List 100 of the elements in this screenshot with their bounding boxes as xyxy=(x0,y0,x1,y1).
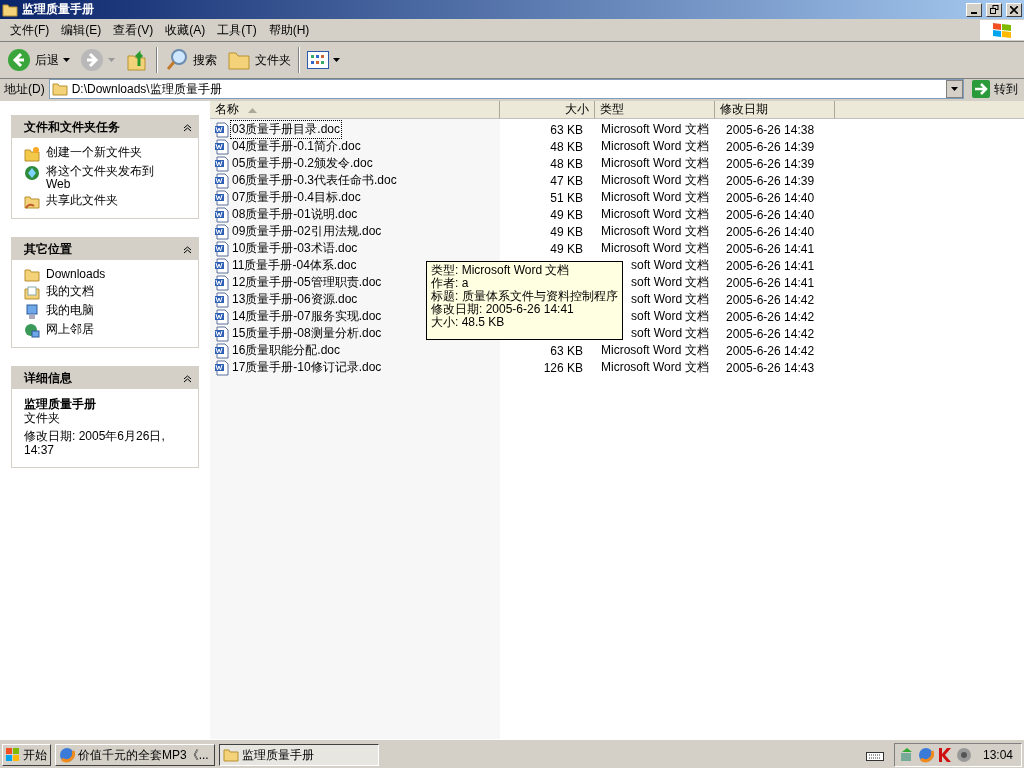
file-name[interactable]: 10质量手册-03术语.doc xyxy=(231,240,359,257)
file-date: 2005-6-26 14:41 xyxy=(725,258,816,273)
collapse-icon[interactable] xyxy=(183,122,192,132)
menu-item[interactable]: 编辑(E) xyxy=(55,21,108,39)
file-name[interactable]: 04质量手册-0.1简介.doc xyxy=(231,138,362,155)
start-button[interactable]: 开始 xyxy=(2,744,51,766)
caret-icon xyxy=(951,87,958,91)
address-field[interactable]: D:\Downloads\监理质量手册 xyxy=(48,79,964,99)
globe-icon xyxy=(24,165,40,181)
menu-item[interactable]: 收藏(A) xyxy=(159,21,212,39)
panel-title: 文件和文件夹任务 xyxy=(24,118,120,136)
file-date: 2005-6-26 14:42 xyxy=(725,343,816,358)
column-header[interactable]: 类型 xyxy=(595,101,715,118)
file-size: 49 KB xyxy=(549,224,584,239)
search-button[interactable]: 搜索 xyxy=(162,46,220,74)
search-icon xyxy=(165,48,189,72)
file-type: Microsoft Word 文档 xyxy=(600,172,710,189)
menu-item[interactable]: 查看(V) xyxy=(107,21,160,39)
restore-button[interactable] xyxy=(986,2,1002,17)
file-name[interactable]: 12质量手册-05管理职责.doc xyxy=(231,274,383,291)
close-button[interactable] xyxy=(1006,2,1022,17)
file-name[interactable]: 15质量手册-08测量分析.doc xyxy=(231,325,383,342)
file-name[interactable]: 17质量手册-10修订记录.doc xyxy=(231,359,383,376)
go-button[interactable]: 转到 xyxy=(968,80,1022,98)
menu-item[interactable]: 帮助(H) xyxy=(262,21,316,39)
views-button[interactable] xyxy=(304,49,343,71)
file-name[interactable]: 08质量手册-01说明.doc xyxy=(231,206,359,223)
collapse-icon[interactable] xyxy=(183,373,192,383)
file-date: 2005-6-26 14:40 xyxy=(725,190,816,205)
menu-item[interactable]: 工具(T) xyxy=(211,21,263,39)
place-link[interactable]: Downloads xyxy=(46,268,176,281)
tooltip-line: 作者: a xyxy=(431,277,470,290)
place-link[interactable]: 网上邻居 xyxy=(46,323,176,336)
file-type: Microsoft Word 文档 xyxy=(600,342,710,359)
dropdown-button[interactable] xyxy=(946,80,963,98)
menu-item[interactable]: 文件(F) xyxy=(4,21,56,39)
file-size: 63 KB xyxy=(549,343,584,358)
collapse-icon[interactable] xyxy=(183,244,192,254)
folder-up-icon xyxy=(125,48,149,72)
file-name[interactable]: 09质量手册-02引用法规.doc xyxy=(231,223,383,240)
back-button[interactable]: 后退 xyxy=(4,46,73,74)
file-name[interactable]: 05质量手册-0.2颁发令.doc xyxy=(231,155,374,172)
file-type: Microsoft Word 文档 xyxy=(600,155,710,172)
folder-name: 监理质量手册 xyxy=(24,397,97,411)
speaker-icon[interactable] xyxy=(955,747,972,763)
caret-icon xyxy=(63,58,70,62)
folder-icon xyxy=(223,748,239,762)
task-link[interactable]: 将这个文件夹发布到 Web xyxy=(46,165,176,191)
keyboard-icon[interactable] xyxy=(865,749,884,761)
file-name[interactable]: 14质量手册-07服务实现.doc xyxy=(231,308,383,325)
file-type: soft Word 文档 xyxy=(631,292,710,306)
antivirus-tray-icon[interactable] xyxy=(936,747,953,763)
sort-arrow-icon xyxy=(248,107,258,113)
taskbar-button[interactable]: 价值千元的全套MP3《... xyxy=(55,744,215,766)
taskbar-button[interactable]: 监理质量手册 xyxy=(219,744,379,766)
word-document-icon xyxy=(214,359,230,376)
file-date: 2005-6-26 14:41 xyxy=(725,241,816,256)
minimize-icon xyxy=(971,11,977,14)
column-header[interactable]: 名称 xyxy=(210,101,500,118)
windows-logo-icon xyxy=(980,20,1024,40)
file-date: 2005-6-26 14:43 xyxy=(725,360,816,375)
file-size: 48 KB xyxy=(549,139,584,154)
word-document-icon xyxy=(214,308,230,325)
file-type: soft Word 文档 xyxy=(631,309,710,323)
column-header[interactable]: 大小 xyxy=(500,101,595,118)
globe-tray-icon[interactable] xyxy=(917,747,934,763)
computer-icon xyxy=(24,304,40,320)
file-name[interactable]: 11质量手册-04体系.doc xyxy=(231,257,358,274)
file-name[interactable]: 16质量职能分配.doc xyxy=(231,342,342,359)
column-header[interactable]: 修改日期 xyxy=(715,101,835,118)
clock: 13:04 xyxy=(982,748,1013,762)
word-document-icon xyxy=(214,138,230,155)
task-link[interactable]: 共享此文件夹 xyxy=(46,194,176,207)
file-name[interactable]: 03质量手册目录.doc xyxy=(231,121,342,138)
file-type: soft Word 文档 xyxy=(631,258,710,272)
file-type: Microsoft Word 文档 xyxy=(600,206,710,223)
go-arrow-icon xyxy=(972,80,990,98)
file-date: 2005-6-26 14:38 xyxy=(725,122,816,137)
caret-icon xyxy=(108,58,115,62)
place-link[interactable]: 我的文档 xyxy=(46,285,176,298)
folders-button[interactable]: 文件夹 xyxy=(224,47,294,73)
file-name[interactable]: 13质量手册-06资源.doc xyxy=(231,291,359,308)
tooltip-line: 修改日期: 2005-6-26 14:41 xyxy=(431,303,575,316)
modified-date: 修改日期: 2005年6月26日, 14:37 xyxy=(24,429,166,457)
word-document-icon xyxy=(214,257,230,274)
place-link[interactable]: 我的电脑 xyxy=(46,304,176,317)
windows-logo-icon xyxy=(6,748,20,762)
task-link[interactable]: 创建一个新文件夹 xyxy=(46,146,176,159)
tooltip-line: 标题: 质量体系文件与资料控制程序 xyxy=(431,290,618,303)
minimize-button[interactable] xyxy=(966,2,982,17)
word-document-icon xyxy=(214,223,230,240)
panel-title: 其它位置 xyxy=(24,240,72,258)
folder-icon xyxy=(51,82,68,96)
file-name[interactable]: 07质量手册-0.4目标.doc xyxy=(231,189,362,206)
file-date: 2005-6-26 14:39 xyxy=(725,139,816,154)
file-date: 2005-6-26 14:40 xyxy=(725,207,816,222)
file-name[interactable]: 06质量手册-0.3代表任命书.doc xyxy=(231,172,398,189)
tooltip-line: 类型: Microsoft Word 文档 xyxy=(431,264,571,277)
file-size: 49 KB xyxy=(549,207,584,222)
file-size: 47 KB xyxy=(549,173,584,188)
